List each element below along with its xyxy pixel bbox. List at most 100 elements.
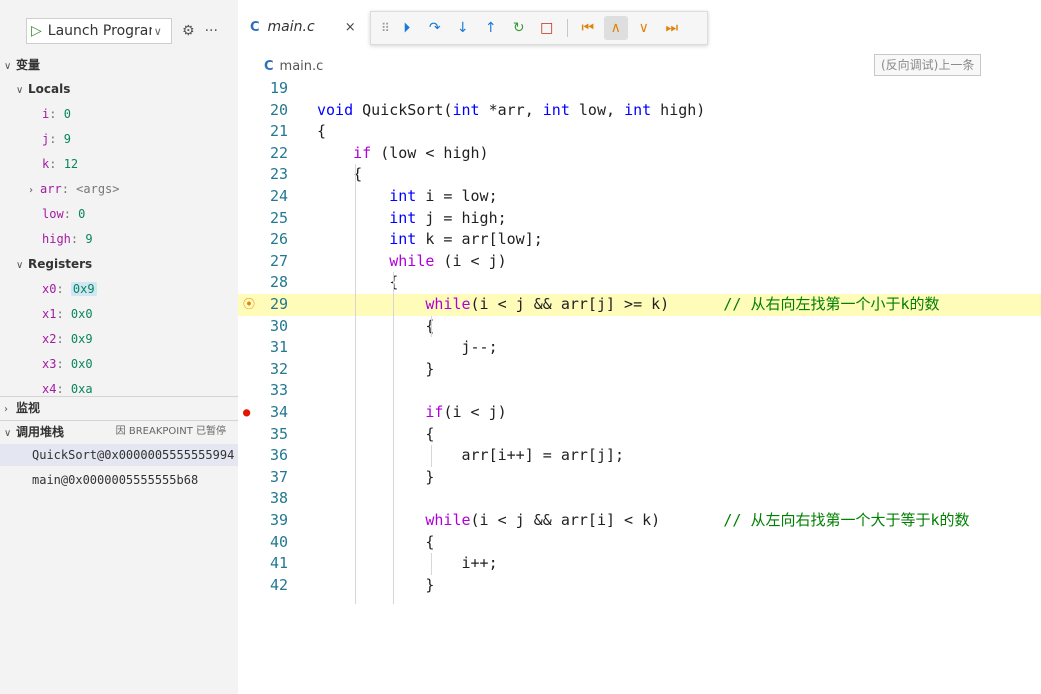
variable-row-expandable[interactable]: › arr: <args> bbox=[0, 178, 238, 200]
c-file-icon: C bbox=[250, 19, 260, 35]
variable-name: high bbox=[42, 232, 71, 246]
code-line[interactable]: 30 { bbox=[238, 316, 1041, 338]
register-row[interactable]: x0: 0x9 bbox=[0, 278, 238, 300]
line-number: 29 bbox=[269, 295, 288, 313]
line-number: 24 bbox=[269, 187, 288, 205]
code-line[interactable]: 22 if (low < high) bbox=[238, 143, 1041, 165]
code-line[interactable]: 23 { bbox=[238, 164, 1041, 186]
indent-guide bbox=[431, 445, 432, 467]
code-line[interactable]: 42 } bbox=[238, 575, 1041, 597]
code-text: if (low < high) bbox=[353, 143, 489, 162]
step-back-icon[interactable]: ∧ bbox=[603, 16, 628, 40]
variable-row[interactable]: i: 0 bbox=[0, 103, 238, 125]
line-number: 31 bbox=[269, 338, 288, 357]
continue-forward-icon[interactable]: ⏭ bbox=[660, 16, 684, 40]
breadcrumb-file[interactable]: main.c bbox=[280, 59, 324, 74]
close-icon[interactable]: × bbox=[345, 20, 356, 35]
register-row[interactable]: x2: 0x9 bbox=[0, 328, 238, 350]
variable-row[interactable]: k: 12 bbox=[0, 153, 238, 175]
c-file-icon: C bbox=[264, 58, 274, 74]
register-row[interactable]: x4: 0xa bbox=[0, 378, 238, 396]
launch-config-select[interactable]: ▷ Launch Program ∨ bbox=[26, 18, 172, 44]
variable-row[interactable]: j: 9 bbox=[0, 128, 238, 150]
code-line[interactable]: 28 { bbox=[238, 272, 1041, 294]
drag-handle-icon[interactable]: ⠿ bbox=[381, 21, 390, 35]
registers-scope-header[interactable]: ∨ Registers bbox=[0, 253, 238, 275]
chevron-down-icon: ∨ bbox=[4, 61, 12, 72]
line-number: 19 bbox=[269, 79, 288, 97]
line-number: 41 bbox=[269, 554, 288, 573]
indent-guide bbox=[431, 553, 432, 575]
variable-row[interactable]: high: 9 bbox=[0, 228, 238, 250]
locals-scope-header[interactable]: ∨ Locals bbox=[0, 78, 238, 100]
code-line[interactable]: 36 arr[i++] = arr[j]; bbox=[238, 445, 1041, 467]
callstack-section-header[interactable]: ∨ 调用堆栈 因 BREAKPOINT 已暂停 bbox=[0, 421, 238, 443]
current-line-pointer-icon: ⦿ bbox=[243, 297, 256, 311]
line-number: 25 bbox=[269, 208, 288, 227]
variable-row[interactable]: low: 0 bbox=[0, 203, 238, 225]
code-line[interactable]: ⦿ 29 while(i < j && arr[j] >= k) // 从右向左找… bbox=[238, 294, 1041, 316]
breakpoint-icon[interactable]: ● bbox=[243, 402, 250, 424]
code-line[interactable]: 32 } bbox=[238, 359, 1041, 381]
variable-value: 0 bbox=[78, 207, 86, 221]
code-line[interactable]: 24 int i = low; bbox=[238, 186, 1041, 208]
stop-icon[interactable]: □ bbox=[535, 16, 559, 40]
code-line[interactable]: 27 while (i < j) bbox=[238, 251, 1041, 273]
code-text: void QuickSort(int *arr, int low, int hi… bbox=[317, 100, 706, 119]
register-row[interactable]: x1: 0x0 bbox=[0, 303, 238, 325]
code-line[interactable]: 21 { bbox=[238, 121, 1041, 143]
step-forward-icon[interactable]: ∨ bbox=[632, 16, 656, 40]
watch-section-header[interactable]: › 监视 bbox=[0, 397, 238, 419]
line-number: 35 bbox=[269, 424, 288, 443]
step-over-icon[interactable]: ↷ bbox=[423, 16, 447, 40]
code-line[interactable]: 41 i++; bbox=[238, 553, 1041, 575]
line-number: 42 bbox=[269, 575, 288, 594]
chevron-down-icon[interactable]: ∨ bbox=[154, 25, 162, 38]
code-text: j--; bbox=[317, 338, 498, 357]
register-value: 0xa bbox=[70, 382, 93, 396]
code-text: { bbox=[317, 316, 435, 335]
code-line[interactable]: 39 while(i < j && arr[i] < k) // 从左向右找第一… bbox=[238, 510, 1041, 532]
tab-title: main.c bbox=[267, 19, 315, 35]
code-line[interactable]: 26 int k = arr[low]; bbox=[238, 229, 1041, 251]
code-line[interactable]: 40 { bbox=[238, 532, 1041, 554]
line-number: 22 bbox=[269, 143, 288, 162]
code-line[interactable]: 38 bbox=[238, 488, 1041, 510]
code-line[interactable]: 31 j--; bbox=[238, 337, 1041, 359]
callstack-title: 调用堆栈 bbox=[16, 425, 65, 439]
continue-icon[interactable]: ⏵ bbox=[395, 16, 419, 40]
code-line[interactable]: 35 { bbox=[238, 424, 1041, 446]
variable-value: <args> bbox=[76, 182, 120, 196]
register-row[interactable]: x3: 0x0 bbox=[0, 353, 238, 375]
line-number: 30 bbox=[269, 316, 288, 335]
code-line[interactable]: 33 bbox=[238, 380, 1041, 402]
register-name: x0 bbox=[42, 282, 57, 296]
reverse-continue-icon[interactable]: ⏮ bbox=[576, 16, 600, 40]
frame-label: QuickSort@0x0000005555555994 bbox=[32, 448, 235, 462]
code-editor[interactable]: 19 20 void QuickSort(int *arr, int low, in… bbox=[238, 78, 1041, 604]
play-icon[interactable]: ▷ bbox=[31, 23, 42, 39]
gear-icon[interactable]: ⚙ bbox=[182, 23, 195, 39]
variables-section-header[interactable]: ∨ 变量 bbox=[0, 54, 238, 76]
code-line[interactable]: 19 bbox=[238, 78, 1041, 100]
variable-value: 9 bbox=[63, 132, 71, 146]
code-text: } bbox=[317, 575, 435, 594]
code-line[interactable]: ● 34 if(i < j) bbox=[238, 402, 1041, 424]
breadcrumb[interactable]: C main.c bbox=[264, 56, 323, 76]
code-text: { bbox=[317, 532, 435, 551]
code-line[interactable]: 20 void QuickSort(int *arr, int low, int … bbox=[238, 100, 1041, 122]
callstack-frame[interactable]: main@0x0000005555555b68 bbox=[0, 469, 238, 491]
code-line[interactable]: 25 int j = high; bbox=[238, 208, 1041, 230]
tab-main-c[interactable]: C main.c × bbox=[250, 14, 356, 40]
chevron-right-icon[interactable]: › bbox=[28, 180, 40, 202]
line-number: 38 bbox=[269, 489, 288, 508]
code-line[interactable]: 37 } bbox=[238, 467, 1041, 489]
callstack-frame[interactable]: QuickSort@0x0000005555555994 bbox=[0, 444, 238, 466]
step-into-icon[interactable]: ↓ bbox=[451, 16, 475, 40]
chevron-right-icon: › bbox=[4, 404, 8, 415]
register-value: 0x0 bbox=[70, 307, 93, 321]
restart-icon[interactable]: ↻ bbox=[507, 16, 531, 40]
more-actions-icon[interactable]: ··· bbox=[205, 23, 218, 39]
step-out-icon[interactable]: ↑ bbox=[479, 16, 503, 40]
line-number: 40 bbox=[269, 532, 288, 551]
